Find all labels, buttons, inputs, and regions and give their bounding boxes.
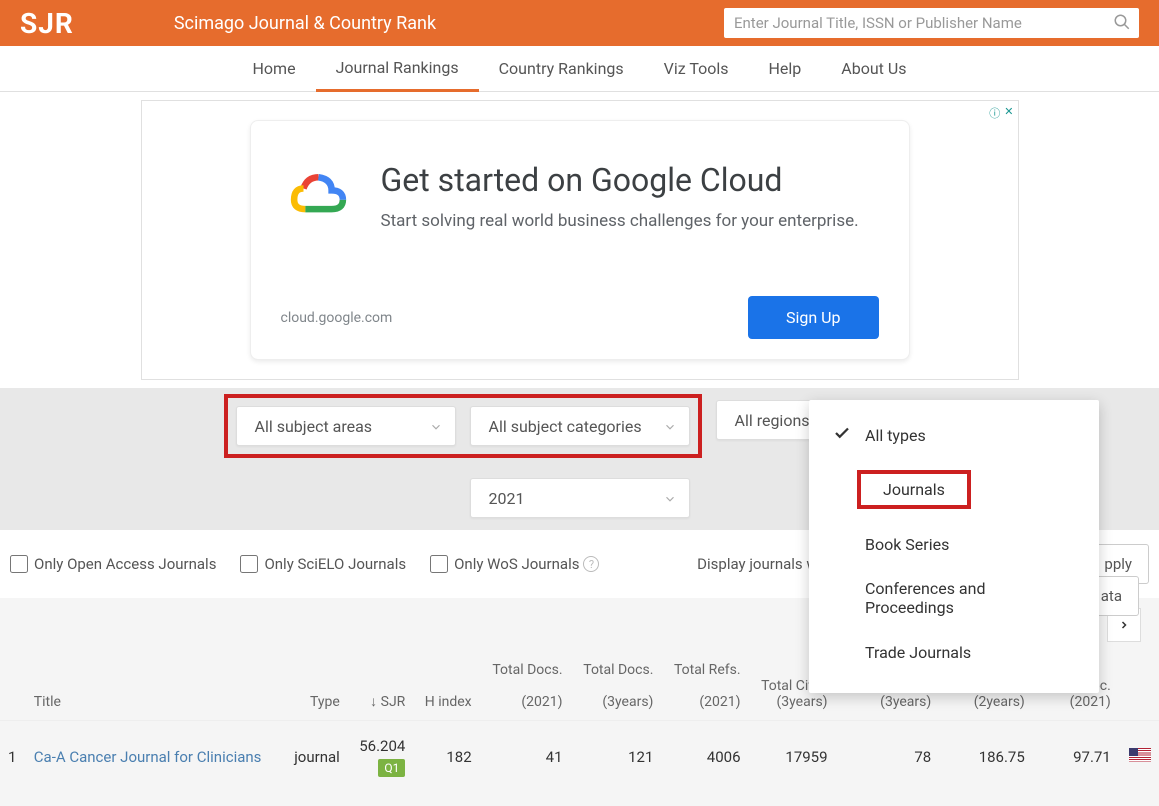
col-header[interactable]	[0, 652, 26, 721]
ad-title: Get started on Google Cloud	[381, 161, 859, 199]
type-option-journals[interactable]: Journals	[809, 458, 1099, 521]
citesdoc-cell: 186.75	[939, 721, 1033, 794]
col-header[interactable]	[1119, 652, 1159, 721]
scielo-checkbox[interactable]: Only SciELO Journals	[240, 555, 406, 573]
docs3y-cell: 121	[571, 721, 662, 794]
help-icon[interactable]: ?	[583, 556, 599, 572]
flag-icon	[1129, 748, 1151, 762]
col-header[interactable]: Title	[26, 652, 283, 721]
col-header[interactable]: H index	[413, 652, 479, 721]
search-container	[724, 8, 1139, 38]
nav-journal-rankings[interactable]: Journal Rankings	[316, 46, 479, 92]
subject-area-label: All subject areas	[255, 417, 373, 436]
sjr-cell: 56.204Q1	[348, 721, 414, 794]
type-option-conferences-and-proceedings[interactable]: Conferences and Proceedings	[809, 567, 1099, 629]
chevron-down-icon	[663, 419, 677, 438]
table-row: 1Ca-A Cancer Journal for Cliniciansjourn…	[0, 721, 1159, 794]
subject-category-label: All subject categories	[489, 417, 642, 436]
country-cell	[1119, 721, 1159, 794]
open-access-checkbox[interactable]: Only Open Access Journals	[10, 555, 216, 573]
col-header[interactable]: Total Docs. (2021)	[480, 652, 571, 721]
wos-checkbox[interactable]: Only WoS Journals?	[430, 555, 599, 573]
google-cloud-icon	[281, 166, 356, 226]
highlighted-filters: All subject areas All subject categories	[224, 394, 702, 458]
ad-container: ⓘ ✕ Get started on Google Cloud Start so…	[0, 92, 1159, 388]
ad-info-icon[interactable]: ⓘ	[989, 105, 1000, 121]
col-header[interactable]: Type	[283, 652, 348, 721]
year-label: 2021	[489, 489, 525, 508]
subject-category-dropdown[interactable]: All subject categories	[470, 406, 690, 446]
type-cell: journal	[283, 721, 348, 794]
type-dropdown-menu: All typesJournalsBook SeriesConferences …	[809, 400, 1099, 693]
col-header[interactable]: Total Docs. (3years)	[571, 652, 662, 721]
cites3y-cell: 17959	[749, 721, 836, 794]
nav-help[interactable]: Help	[749, 46, 822, 92]
nav-viz-tools[interactable]: Viz Tools	[644, 46, 749, 92]
refdoc-cell: 97.71	[1033, 721, 1119, 794]
subject-area-dropdown[interactable]: All subject areas	[236, 406, 456, 446]
col-header[interactable]: ↓ SJR	[348, 652, 414, 721]
hindex-cell: 182	[413, 721, 479, 794]
rank-cell: 1	[0, 721, 26, 794]
refs2021-cell: 4006	[661, 721, 748, 794]
main-nav: HomeJournal RankingsCountry RankingsViz …	[0, 46, 1159, 92]
col-header[interactable]: Total Refs. (2021)	[661, 652, 748, 721]
chevron-down-icon	[429, 419, 443, 438]
citable3y-cell: 78	[836, 721, 940, 794]
ad-close-icon[interactable]: ✕	[1004, 105, 1013, 121]
ad-subtitle: Start solving real world business challe…	[381, 211, 859, 231]
ad-frame: ⓘ ✕ Get started on Google Cloud Start so…	[141, 100, 1019, 380]
nav-country-rankings[interactable]: Country Rankings	[479, 46, 644, 92]
site-title: Scimago Journal & Country Rank	[174, 13, 724, 34]
nav-home[interactable]: Home	[233, 46, 316, 92]
chevron-down-icon	[663, 491, 677, 510]
ad-info-badge[interactable]: ⓘ ✕	[989, 105, 1013, 121]
search-input[interactable]	[724, 8, 1139, 38]
title-cell[interactable]: Ca-A Cancer Journal for Clinicians	[26, 721, 283, 794]
type-option-book-series[interactable]: Book Series	[809, 521, 1099, 567]
search-icon[interactable]	[1113, 13, 1131, 35]
check-icon	[833, 424, 851, 446]
site-logo[interactable]: SJR	[20, 7, 74, 40]
ad-signup-button[interactable]: Sign Up	[748, 296, 879, 339]
year-dropdown[interactable]: 2021	[470, 478, 690, 518]
docs2021-cell: 41	[480, 721, 571, 794]
type-option-all-types[interactable]: All types	[809, 412, 1099, 458]
type-option-trade-journals[interactable]: Trade Journals	[809, 629, 1099, 675]
ad-url[interactable]: cloud.google.com	[281, 310, 393, 326]
nav-about-us[interactable]: About Us	[821, 46, 926, 92]
